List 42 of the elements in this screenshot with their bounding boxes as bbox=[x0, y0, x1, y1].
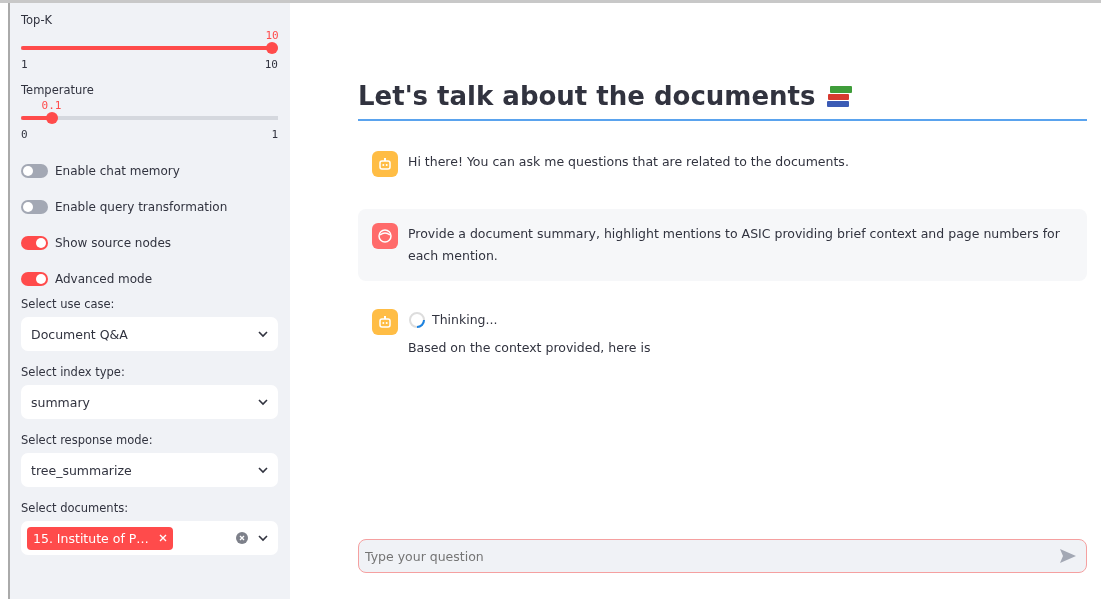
select-dropdown[interactable]: summary bbox=[21, 385, 278, 419]
slider-label: Top-K bbox=[21, 13, 54, 27]
select-dropdown[interactable]: Document Q&A bbox=[21, 317, 278, 351]
toggle-label: Advanced mode bbox=[55, 272, 153, 286]
toggle-switch[interactable] bbox=[21, 236, 48, 250]
user-avatar-icon bbox=[372, 223, 398, 249]
status-text: Thinking... bbox=[432, 311, 498, 329]
slider-min: 1 bbox=[21, 58, 28, 71]
chevron-down-icon[interactable] bbox=[258, 398, 268, 406]
toggle-switch[interactable] bbox=[21, 272, 48, 286]
toggle-switch[interactable] bbox=[21, 200, 48, 214]
select-label: Select use case: bbox=[21, 297, 116, 311]
robot-avatar-icon bbox=[372, 309, 398, 335]
toggle-label: Enable chat memory bbox=[55, 164, 180, 178]
slider-max: 1 bbox=[271, 128, 278, 141]
chevron-down-icon[interactable] bbox=[258, 466, 268, 474]
slider-max: 10 bbox=[264, 58, 278, 71]
toggle-label: Enable query transformation bbox=[55, 200, 228, 214]
robot-avatar-icon bbox=[372, 151, 398, 177]
message-text: Hi there! You can ask me questions that are related to the documents. bbox=[408, 153, 849, 171]
toggle-switch[interactable] bbox=[21, 164, 48, 178]
question-input[interactable]: Type your question bbox=[358, 539, 1087, 573]
remove-icon[interactable] bbox=[158, 534, 167, 542]
slider-thumb[interactable] bbox=[266, 42, 278, 54]
slider-min: 0 bbox=[21, 128, 28, 141]
select-dropdown[interactable]: tree_summarize bbox=[21, 453, 278, 487]
slider-thumb[interactable] bbox=[45, 112, 58, 124]
chevron-down-icon[interactable] bbox=[258, 330, 268, 338]
send-icon[interactable] bbox=[1059, 548, 1077, 564]
clear-icon[interactable] bbox=[236, 532, 248, 544]
chevron-down-icon[interactable] bbox=[258, 534, 268, 542]
select-label: Select response mode: bbox=[21, 433, 154, 447]
message-text: Provide a document summary, highlight mentions to ASIC providing brief context and page numbers for each mention. bbox=[408, 225, 1061, 265]
select-label: Select index type: bbox=[21, 365, 126, 379]
slider-label: Temperature bbox=[21, 83, 95, 97]
page-title: Let's talk about the documents bbox=[358, 81, 816, 111]
message-text: Based on the context provided, here is bbox=[408, 339, 651, 357]
select-label: Select documents: bbox=[21, 501, 130, 515]
toggle-label: Show source nodes bbox=[55, 236, 172, 250]
slider-value: 10 bbox=[265, 29, 279, 42]
spinner-icon bbox=[408, 311, 426, 329]
slider-value: 0.1 bbox=[41, 99, 62, 112]
